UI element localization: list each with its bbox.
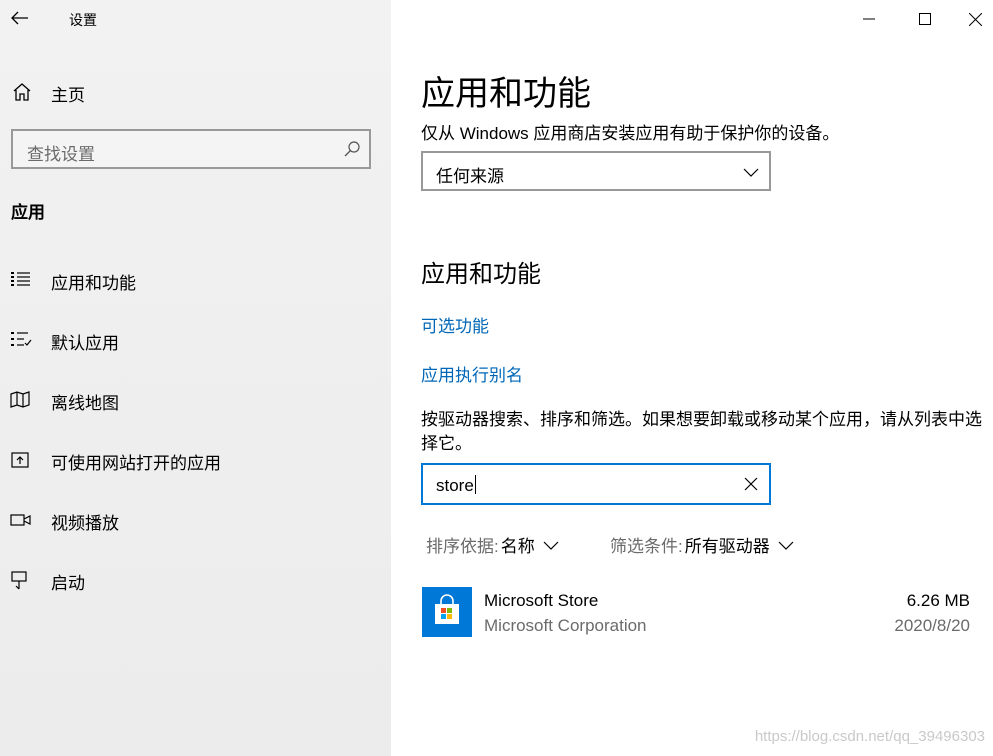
sidebar-item-label: 主页 — [51, 86, 85, 105]
sidebar: 设置 主页 查找设置 应用 应用和功能 默认应用 离线地图 可使用网站打开的应用… — [0, 0, 391, 756]
page-title: 应用和功能 — [421, 75, 591, 113]
app-alias-link[interactable]: 应用执行别名 — [421, 361, 523, 386]
back-button[interactable] — [8, 6, 32, 30]
install-source-dropdown[interactable]: 任何来源 — [421, 151, 771, 191]
apps-features-icon — [11, 272, 30, 286]
settings-search-input[interactable]: 查找设置 — [11, 129, 371, 169]
sort-label: 排序依据: — [426, 537, 499, 556]
video-icon — [10, 514, 31, 526]
sidebar-item-apps-for-websites[interactable]: 可使用网站打开的应用 — [0, 440, 391, 480]
sidebar-item-default-apps[interactable]: 默认应用 — [0, 320, 391, 360]
section-subheading: 应用和功能 — [421, 261, 541, 288]
open-in-app-icon — [11, 452, 29, 468]
sidebar-item-label: 视频播放 — [51, 514, 119, 533]
chevron-down-icon — [543, 541, 559, 550]
sidebar-item-label: 默认应用 — [51, 334, 119, 353]
sort-value: 名称 — [500, 537, 535, 556]
sidebar-item-offline-maps[interactable]: 离线地图 — [0, 380, 391, 420]
sidebar-item-label: 可使用网站打开的应用 — [51, 454, 221, 473]
app-install-date: 2020/8/20 — [894, 616, 970, 635]
home-icon — [13, 83, 31, 101]
filter-dropdown[interactable]: 筛选条件: 所有驱动器 — [610, 532, 794, 557]
microsoft-store-icon — [422, 587, 472, 637]
chevron-down-icon — [743, 168, 759, 177]
app-search-input[interactable]: store — [421, 463, 771, 505]
app-search-text: store — [436, 475, 476, 496]
sidebar-item-video-playback[interactable]: 视频播放 — [0, 500, 391, 540]
optional-features-link[interactable]: 可选功能 — [421, 312, 489, 337]
sidebar-item-home[interactable]: 主页 — [0, 72, 391, 110]
sidebar-item-label: 启动 — [51, 574, 85, 593]
list-item[interactable]: Microsoft Store Microsoft Corporation 6.… — [421, 584, 971, 640]
sidebar-section-heading: 应用 — [11, 203, 45, 222]
app-size: 6.26 MB — [906, 591, 970, 610]
filter-value: 所有驱动器 — [684, 537, 770, 556]
default-apps-icon — [11, 332, 32, 346]
text-caret — [474, 475, 476, 494]
install-source-description: 仅从 Windows 应用商店安装应用有助于保护你的设备。 — [421, 124, 840, 143]
filter-description: 按驱动器搜索、排序和筛选。如果想要卸载或移动某个应用，请从列表中选择它。 — [421, 410, 982, 453]
sidebar-item-label: 离线地图 — [51, 394, 119, 413]
watermark: https://blog.csdn.net/qq_39496303 — [754, 728, 985, 745]
sidebar-item-startup[interactable]: 启动 — [0, 560, 391, 600]
sidebar-item-label: 应用和功能 — [51, 274, 136, 293]
filter-label: 筛选条件: — [610, 537, 683, 556]
clear-icon[interactable] — [743, 476, 759, 492]
app-name: Microsoft Store — [484, 591, 599, 610]
sort-dropdown[interactable]: 排序依据: 名称 — [426, 532, 559, 557]
chevron-down-icon — [778, 541, 794, 550]
search-placeholder: 查找设置 — [27, 145, 95, 164]
app-publisher: Microsoft Corporation — [484, 616, 647, 635]
install-source-value: 任何来源 — [436, 167, 504, 186]
map-icon — [10, 391, 30, 408]
search-icon[interactable] — [343, 140, 361, 158]
sidebar-item-apps-features[interactable]: 应用和功能 — [0, 260, 391, 300]
window-title: 设置 — [69, 12, 97, 28]
main-content: 应用和功能 仅从 Windows 应用商店安装应用有助于保护你的设备。 任何来源… — [391, 0, 993, 756]
back-arrow-icon — [11, 11, 28, 25]
startup-icon — [11, 571, 27, 590]
app-search-value: store — [436, 476, 474, 495]
